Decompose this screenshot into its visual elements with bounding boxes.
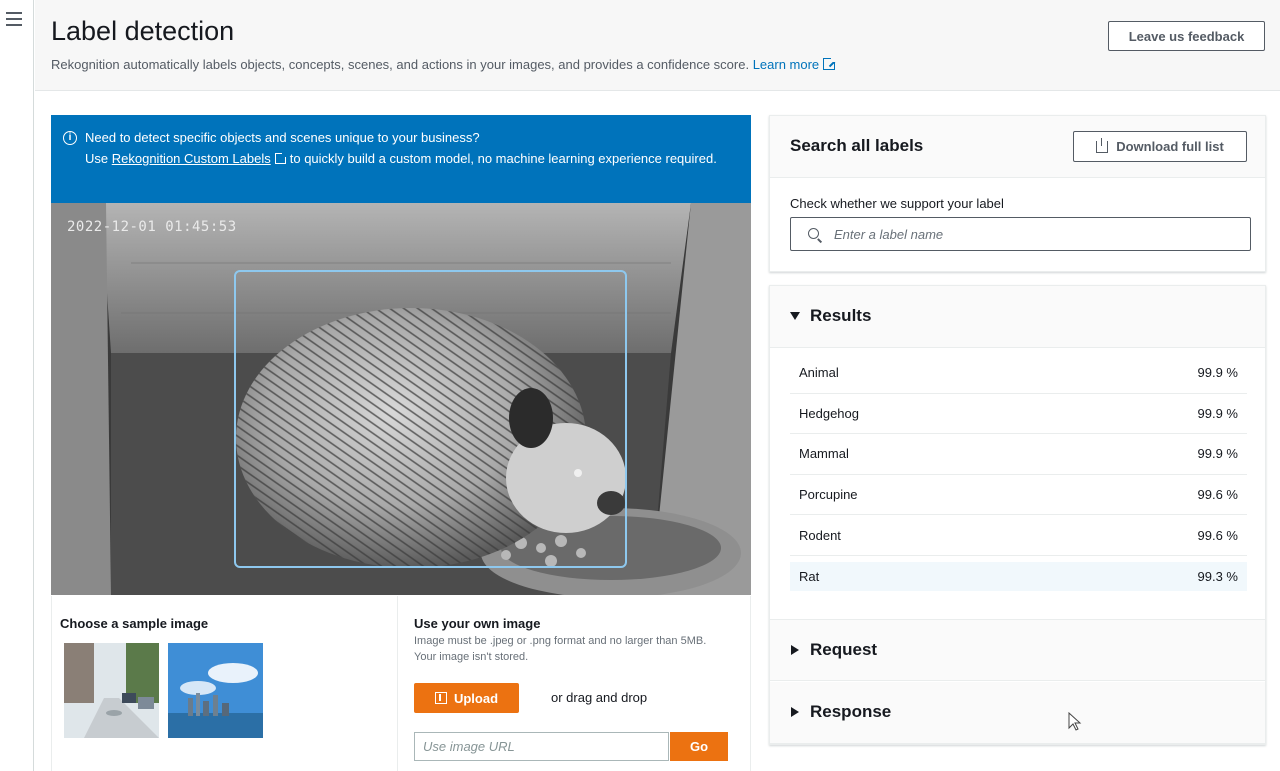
- request-section-toggle[interactable]: Request: [770, 619, 1265, 681]
- download-full-list-button[interactable]: Download full list: [1073, 131, 1247, 162]
- result-confidence: 99.6 %: [1197, 487, 1238, 503]
- banner-use-text: Use: [85, 151, 109, 166]
- result-label: Rat: [799, 568, 820, 584]
- result-label: Porcupine: [799, 487, 858, 503]
- caret-down-icon: [790, 312, 800, 320]
- results-section-toggle[interactable]: Results: [770, 286, 1265, 348]
- sample-panel-title: Choose a sample image: [60, 616, 209, 631]
- upload-button[interactable]: Upload: [414, 683, 519, 713]
- results-list: Animal 99.9 % Hedgehog 99.9 % Mammal 99.…: [790, 353, 1247, 591]
- hint-line2: Your image isn't stored.: [414, 651, 529, 663]
- result-row-highlighted: Rat 99.3 %: [790, 561, 1247, 591]
- learn-more-link[interactable]: Learn more: [752, 56, 838, 72]
- external-link-icon: [823, 56, 838, 70]
- results-title: Results: [810, 306, 872, 325]
- external-link-icon: [274, 151, 288, 164]
- search-icon: [808, 228, 819, 239]
- results-card: Results Animal 99.9 % Hedgehog 99.9 % Ma…: [769, 285, 1266, 745]
- camera-timestamp: 2022-12-01 01:45:53: [67, 219, 237, 235]
- caret-right-icon: [791, 645, 799, 655]
- request-title: Request: [810, 640, 878, 659]
- result-label: Hedgehog: [799, 405, 859, 421]
- description-text: Rekognition automatically labels objects…: [51, 57, 750, 72]
- page-header: Label detection Rekognition automaticall…: [35, 0, 1280, 91]
- download-label: Download full list: [1116, 139, 1224, 154]
- skyline-thumbnail: [168, 643, 263, 738]
- own-image-panel: Use your own image Image must be .jpeg o…: [397, 596, 751, 771]
- caret-right-icon: [791, 707, 799, 717]
- banner-line1: Need to detect specific objects and scen…: [85, 130, 480, 145]
- page-title: Label detection: [51, 16, 235, 46]
- result-label: Rodent: [799, 527, 841, 543]
- result-confidence: 99.9 %: [1197, 446, 1238, 462]
- banner-rest-text: to quickly build a custom model, no mach…: [289, 151, 717, 166]
- info-icon: i: [63, 131, 77, 145]
- result-label: Animal: [799, 365, 839, 381]
- result-row: Porcupine 99.6 %: [790, 475, 1247, 516]
- page-description: Rekognition automatically labels objects…: [51, 56, 838, 72]
- response-title: Response: [810, 702, 892, 721]
- banner-line2: Use Rekognition Custom Labels to quickly …: [85, 148, 735, 169]
- sample-image-panel: Choose a sample image: [51, 596, 397, 771]
- mouse-cursor-icon: [1068, 712, 1082, 731]
- analyzed-image: 2022-12-01 01:45:53: [51, 203, 751, 595]
- custom-labels-label: Rekognition Custom Labels: [111, 151, 271, 166]
- go-button[interactable]: Go: [670, 732, 728, 761]
- upload-label: Upload: [453, 690, 499, 706]
- leave-feedback-button[interactable]: Leave us feedback: [1108, 21, 1265, 51]
- label-search-box: [790, 217, 1251, 251]
- learn-more-label: Learn more: [752, 57, 820, 72]
- search-card-header: Search all labels Download full list: [770, 116, 1265, 178]
- response-section-toggle[interactable]: Response: [770, 682, 1265, 744]
- detection-bounding-box: [234, 270, 627, 568]
- sample-image-street[interactable]: [64, 643, 159, 738]
- custom-labels-banner: i Need to detect specific objects and sc…: [51, 115, 751, 203]
- custom-labels-link[interactable]: Rekognition Custom Labels: [112, 151, 271, 166]
- image-url-input[interactable]: [414, 732, 669, 761]
- own-image-title: Use your own image: [414, 616, 541, 631]
- drag-drop-text: or drag and drop: [551, 690, 648, 705]
- result-confidence: 99.3 %: [1197, 568, 1238, 584]
- result-label: Mammal: [799, 446, 849, 462]
- sample-image-skyline[interactable]: [168, 643, 263, 738]
- download-icon: [1096, 137, 1109, 153]
- result-row: Rodent 99.6 %: [790, 515, 1247, 556]
- result-confidence: 99.9 %: [1197, 365, 1238, 381]
- search-field-label: Check whether we support your label: [790, 196, 1004, 211]
- result-confidence: 99.6 %: [1197, 527, 1238, 543]
- search-labels-card: Search all labels Download full list Che…: [769, 115, 1266, 272]
- own-image-hint: Image must be .jpeg or .png format and n…: [414, 633, 706, 665]
- result-row: Animal 99.9 %: [790, 353, 1247, 394]
- result-row: Hedgehog 99.9 %: [790, 394, 1247, 435]
- upload-icon: [434, 692, 447, 704]
- menu-icon[interactable]: [6, 12, 22, 26]
- result-row: Mammal 99.9 %: [790, 434, 1247, 475]
- result-confidence: 99.9 %: [1197, 405, 1238, 421]
- search-title: Search all labels: [790, 136, 924, 155]
- nav-rail: [0, 0, 34, 771]
- street-thumbnail: [64, 643, 159, 738]
- label-search-input[interactable]: [791, 218, 1250, 250]
- hint-line1: Image must be .jpeg or .png format and n…: [414, 635, 707, 647]
